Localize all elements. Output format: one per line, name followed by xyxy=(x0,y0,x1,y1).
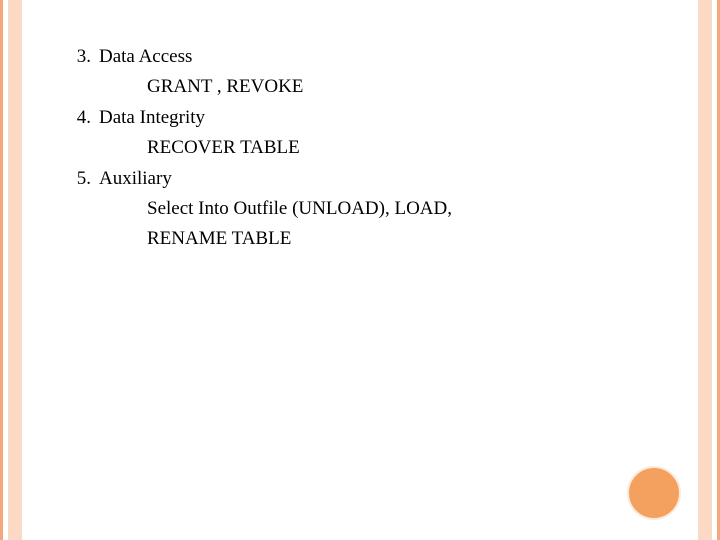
item-title: Data Access xyxy=(99,42,192,72)
item-subtext: GRANT , REVOKE xyxy=(147,72,673,102)
item-subtext: Select Into Outfile (UNLOAD), LOAD, xyxy=(147,194,673,224)
list-item: 3. Data Access xyxy=(65,42,673,72)
item-number: 5. xyxy=(65,164,99,194)
item-title: Auxiliary xyxy=(99,164,172,194)
item-subtext: RECOVER TABLE xyxy=(147,133,673,163)
item-number: 4. xyxy=(65,103,99,133)
slide-frame: 3. Data Access GRANT , REVOKE 4. Data In… xyxy=(0,0,720,540)
list-item: 5. Auxiliary xyxy=(65,164,673,194)
item-number: 3. xyxy=(65,42,99,72)
item-title: Data Integrity xyxy=(99,103,205,133)
item-subtext: RENAME TABLE xyxy=(147,224,673,254)
list-item: 4. Data Integrity xyxy=(65,103,673,133)
decorative-circle-icon xyxy=(627,466,681,520)
content-area: 3. Data Access GRANT , REVOKE 4. Data In… xyxy=(65,42,673,255)
